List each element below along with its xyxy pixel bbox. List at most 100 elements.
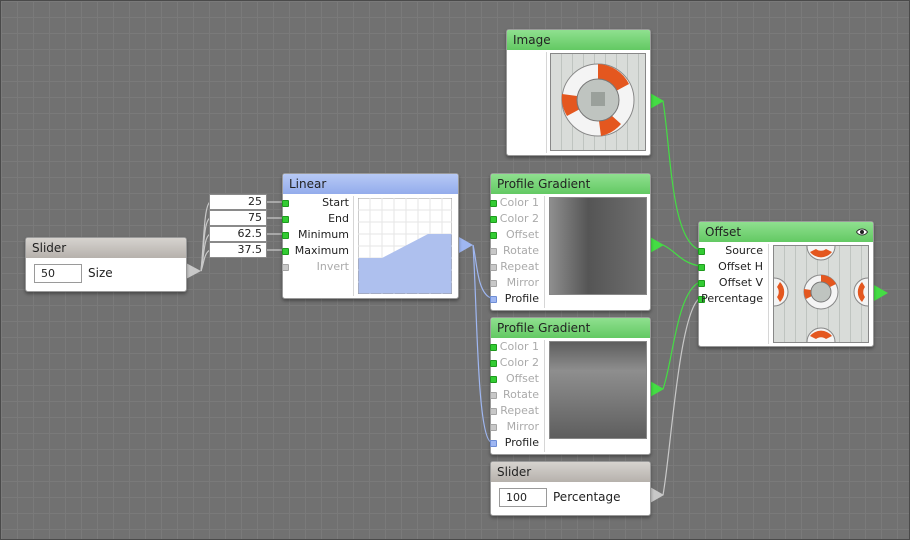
input-minimum[interactable]: Minimum — [282, 227, 351, 243]
input-repeat[interactable]: Repeat — [490, 259, 541, 275]
input-label: Rotate — [502, 244, 539, 257]
port[interactable] — [698, 248, 705, 255]
input-offset[interactable]: Offset — [490, 227, 541, 243]
node-title[interactable]: Slider — [491, 462, 650, 482]
input-rotate[interactable]: Rotate — [490, 243, 541, 259]
input-start[interactable]: Start — [282, 195, 351, 211]
input-label: Repeat — [500, 260, 539, 273]
wire-gradient2-to-offsetv — [662, 281, 701, 390]
node-title[interactable]: Offset — [699, 222, 873, 242]
input-end[interactable]: End — [282, 211, 351, 227]
input-label: Start — [322, 196, 349, 209]
image-node[interactable]: Image — [506, 29, 651, 156]
input-label: Percentage — [701, 292, 763, 305]
input-label: Profile — [504, 436, 539, 449]
port-end[interactable] — [282, 216, 289, 223]
input-profile[interactable]: Profile — [490, 291, 541, 307]
image-output-arrow — [650, 93, 664, 109]
constant-minimum-value[interactable]: 62.5 — [209, 226, 267, 242]
input-mirror[interactable]: Mirror — [490, 275, 541, 291]
input-color2[interactable]: Color 2 — [490, 211, 541, 227]
constant-end-value[interactable]: 75 — [209, 210, 267, 226]
port-start[interactable] — [282, 200, 289, 207]
input-label: Minimum — [298, 228, 349, 241]
port[interactable] — [698, 264, 705, 271]
input-source[interactable]: Source — [698, 243, 765, 259]
offset-title-label: Offset — [705, 225, 742, 239]
input-offset-v[interactable]: Offset V — [698, 275, 765, 291]
port[interactable] — [490, 424, 497, 431]
input-offset[interactable]: Offset — [490, 371, 541, 387]
wire-gradient1-to-offseth — [662, 244, 701, 267]
port[interactable] — [490, 440, 497, 447]
port-maximum[interactable] — [282, 248, 289, 255]
input-profile[interactable]: Profile — [490, 435, 541, 451]
node-title[interactable]: Profile Gradient — [491, 318, 650, 338]
divider — [544, 196, 545, 308]
divider — [544, 340, 545, 452]
size-label: Size — [88, 266, 113, 280]
port[interactable] — [490, 232, 497, 239]
gradient-preview — [549, 341, 647, 439]
input-color1[interactable]: Color 1 — [490, 195, 541, 211]
profile-gradient-node-2[interactable]: Profile Gradient Color 1 Color 2 Offset … — [490, 317, 651, 455]
offset-node[interactable]: Offset Source Offset H Offset V Percenta… — [698, 221, 874, 347]
port[interactable] — [490, 248, 497, 255]
port[interactable] — [490, 392, 497, 399]
node-title[interactable]: Linear — [283, 174, 458, 194]
lifebuoy-image — [550, 53, 646, 151]
gradient2-output-arrow — [650, 381, 664, 397]
port[interactable] — [490, 280, 497, 287]
gradient1-output-arrow — [650, 237, 664, 253]
input-label: Color 1 — [499, 340, 539, 353]
slider-size-node[interactable]: Slider 50 Size — [25, 237, 187, 292]
port[interactable] — [490, 376, 497, 383]
eye-icon[interactable] — [856, 226, 868, 238]
input-label: Invert — [316, 260, 349, 273]
input-label: Color 2 — [499, 356, 539, 369]
input-invert[interactable]: Invert — [282, 259, 351, 275]
input-label: Repeat — [500, 404, 539, 417]
input-label: Color 2 — [499, 212, 539, 225]
linear-curve-preview — [358, 198, 452, 294]
port[interactable] — [490, 296, 497, 303]
offset-result-preview — [773, 245, 869, 343]
wire-linear-to-profile2 — [472, 244, 492, 443]
input-offset-h[interactable]: Offset H — [698, 259, 765, 275]
input-label: Offset — [505, 228, 539, 241]
input-mirror[interactable]: Mirror — [490, 419, 541, 435]
input-rotate[interactable]: Rotate — [490, 387, 541, 403]
port[interactable] — [490, 360, 497, 367]
linear-node[interactable]: Linear Start End Minimum Maximum Invert — [282, 173, 459, 299]
constant-maximum-value[interactable]: 37.5 — [209, 242, 267, 258]
port[interactable] — [490, 200, 497, 207]
linear-output-arrow — [459, 237, 473, 253]
input-color2[interactable]: Color 2 — [490, 355, 541, 371]
wire-image-to-source — [662, 100, 701, 251]
input-percentage[interactable]: Percentage — [698, 291, 765, 307]
divider — [353, 196, 354, 296]
percentage-value-input[interactable]: 100 — [499, 488, 547, 507]
port[interactable] — [490, 344, 497, 351]
input-maximum[interactable]: Maximum — [282, 243, 351, 259]
port-invert[interactable] — [282, 264, 289, 271]
port[interactable] — [698, 280, 705, 287]
node-title[interactable]: Slider — [26, 238, 186, 258]
constant-start-value[interactable]: 25 — [209, 194, 267, 210]
node-title[interactable]: Image — [507, 30, 650, 50]
port-minimum[interactable] — [282, 232, 289, 239]
slider-percentage-node[interactable]: Slider 100 Percentage — [490, 461, 651, 516]
port[interactable] — [490, 264, 497, 271]
node-graph-canvas[interactable]: Slider 50 Size 25 75 62.5 37.5 Linear St… — [0, 0, 910, 540]
input-label: Offset — [505, 372, 539, 385]
port[interactable] — [490, 408, 497, 415]
profile-gradient-node-1[interactable]: Profile Gradient Color 1 Color 2 Offset … — [490, 173, 651, 311]
input-repeat[interactable]: Repeat — [490, 403, 541, 419]
size-value-input[interactable]: 50 — [34, 264, 82, 283]
node-title[interactable]: Profile Gradient — [491, 174, 650, 194]
port[interactable] — [490, 216, 497, 223]
input-label: Mirror — [506, 420, 539, 433]
input-label: Maximum — [294, 244, 349, 257]
input-color1[interactable]: Color 1 — [490, 339, 541, 355]
input-label: Profile — [504, 292, 539, 305]
